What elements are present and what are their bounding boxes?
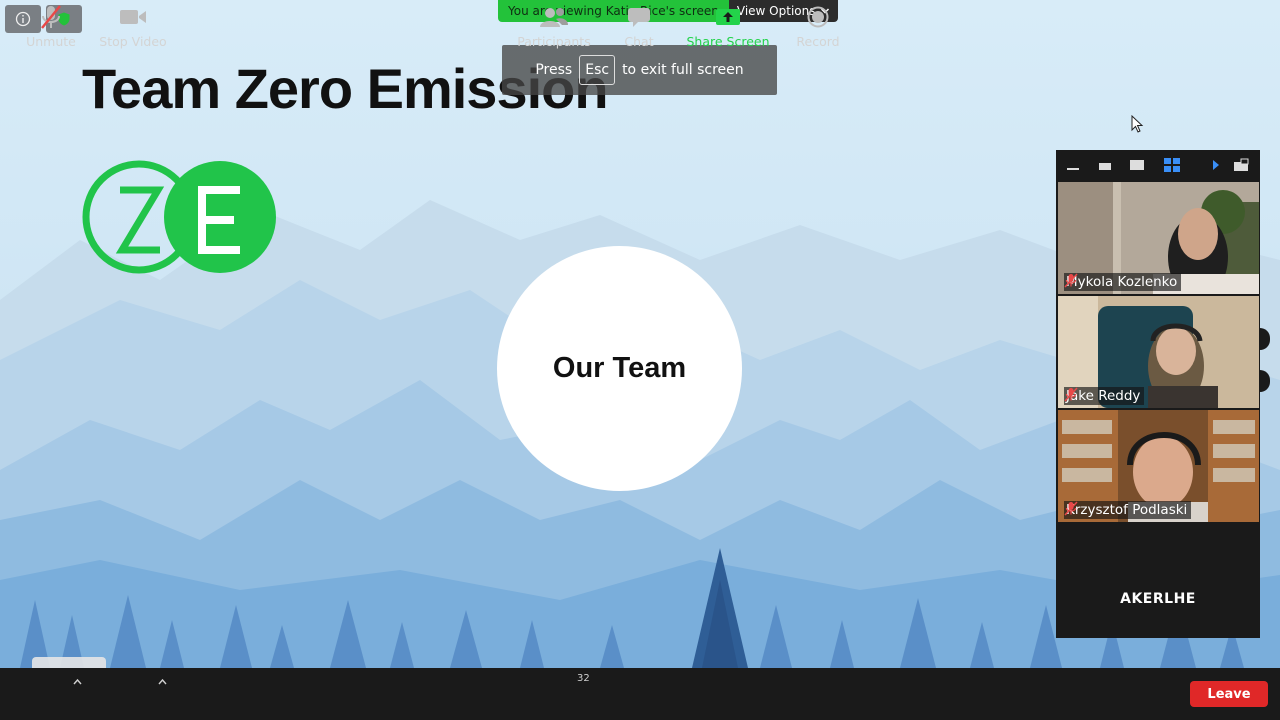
active-speaker-strip-button[interactable] (1096, 150, 1114, 180)
chat-button[interactable]: Chat (618, 0, 660, 52)
muted-mic-icon (1064, 273, 1078, 288)
share-screen-button[interactable]: Share Screen (684, 0, 772, 52)
stop-video-button[interactable]: Stop Video (98, 0, 168, 52)
esc-key: Esc (579, 55, 616, 85)
speaker-view-icon (1130, 160, 1144, 170)
record-icon (807, 6, 829, 28)
record-label: Record (796, 34, 840, 49)
participant-name-tag: Krzysztof Podlaski (1064, 501, 1192, 519)
record-button[interactable]: Record (792, 0, 844, 52)
exit-fullscreen-toast: Press Esc to exit full screen (502, 45, 777, 95)
participants-button[interactable]: Participants (516, 0, 592, 52)
muted-mic-icon (1064, 387, 1078, 402)
participants-label: Participants (517, 34, 591, 49)
exit-panel-button[interactable] (1230, 150, 1252, 180)
team-circle: Our Team (497, 246, 742, 491)
next-page-button[interactable] (1206, 150, 1226, 180)
participant-name-tag: Jake Reddy (1064, 387, 1145, 405)
chevron-up-icon (73, 678, 82, 685)
minimize-icon (1067, 168, 1079, 170)
stop-video-label: Stop Video (99, 34, 167, 49)
participants-count: 32 (577, 673, 590, 684)
video-tile[interactable]: Mykola Kozlenko (1058, 182, 1259, 294)
muted-mic-icon (1064, 501, 1078, 516)
chat-label: Chat (624, 34, 654, 49)
restore-window-icon (1234, 158, 1249, 171)
gallery-view-icon (1164, 158, 1180, 172)
toast-press: Press (535, 62, 573, 78)
mouse-cursor-icon (1131, 115, 1144, 133)
participants-video-panel: Mykola Kozlenko Jake Reddy Krzysztof Pod… (1056, 150, 1260, 638)
participant-name: Mykola Kozlenko (1066, 274, 1178, 290)
chevron-up-icon (158, 678, 167, 685)
toast-suffix: to exit full screen (622, 62, 744, 78)
participant-name: Krzysztof Podlaski (1066, 502, 1188, 518)
meeting-toolbar (0, 668, 1280, 720)
participant-name-only-tile[interactable]: AKERLHE (1056, 560, 1260, 638)
minimize-panel-button[interactable] (1064, 150, 1082, 180)
audio-options-caret[interactable] (73, 676, 82, 689)
speaker-view-button[interactable] (1128, 150, 1146, 180)
unmute-label: Unmute (26, 34, 76, 49)
gallery-view-button[interactable] (1162, 150, 1182, 180)
participants-icon (540, 8, 568, 27)
muted-mic-icon (41, 5, 61, 29)
video-camera-icon (120, 10, 146, 24)
video-options-caret[interactable] (158, 676, 167, 689)
video-tile[interactable]: Jake Reddy (1058, 296, 1259, 408)
strip-view-icon (1099, 163, 1111, 170)
participant-name-tag: Mykola Kozlenko (1064, 273, 1182, 291)
video-tile[interactable]: Krzysztof Podlaski (1058, 410, 1259, 522)
share-screen-icon (716, 9, 740, 25)
chat-bubble-icon (628, 8, 650, 27)
play-arrow-icon (1213, 160, 1219, 170)
team-circle-label: Our Team (552, 352, 687, 384)
ze-logo (82, 160, 276, 274)
share-screen-label: Share Screen (686, 34, 770, 49)
leave-button[interactable]: Leave (1190, 681, 1268, 707)
paused-indicator (32, 657, 106, 668)
unmute-button[interactable]: Unmute (24, 0, 78, 52)
